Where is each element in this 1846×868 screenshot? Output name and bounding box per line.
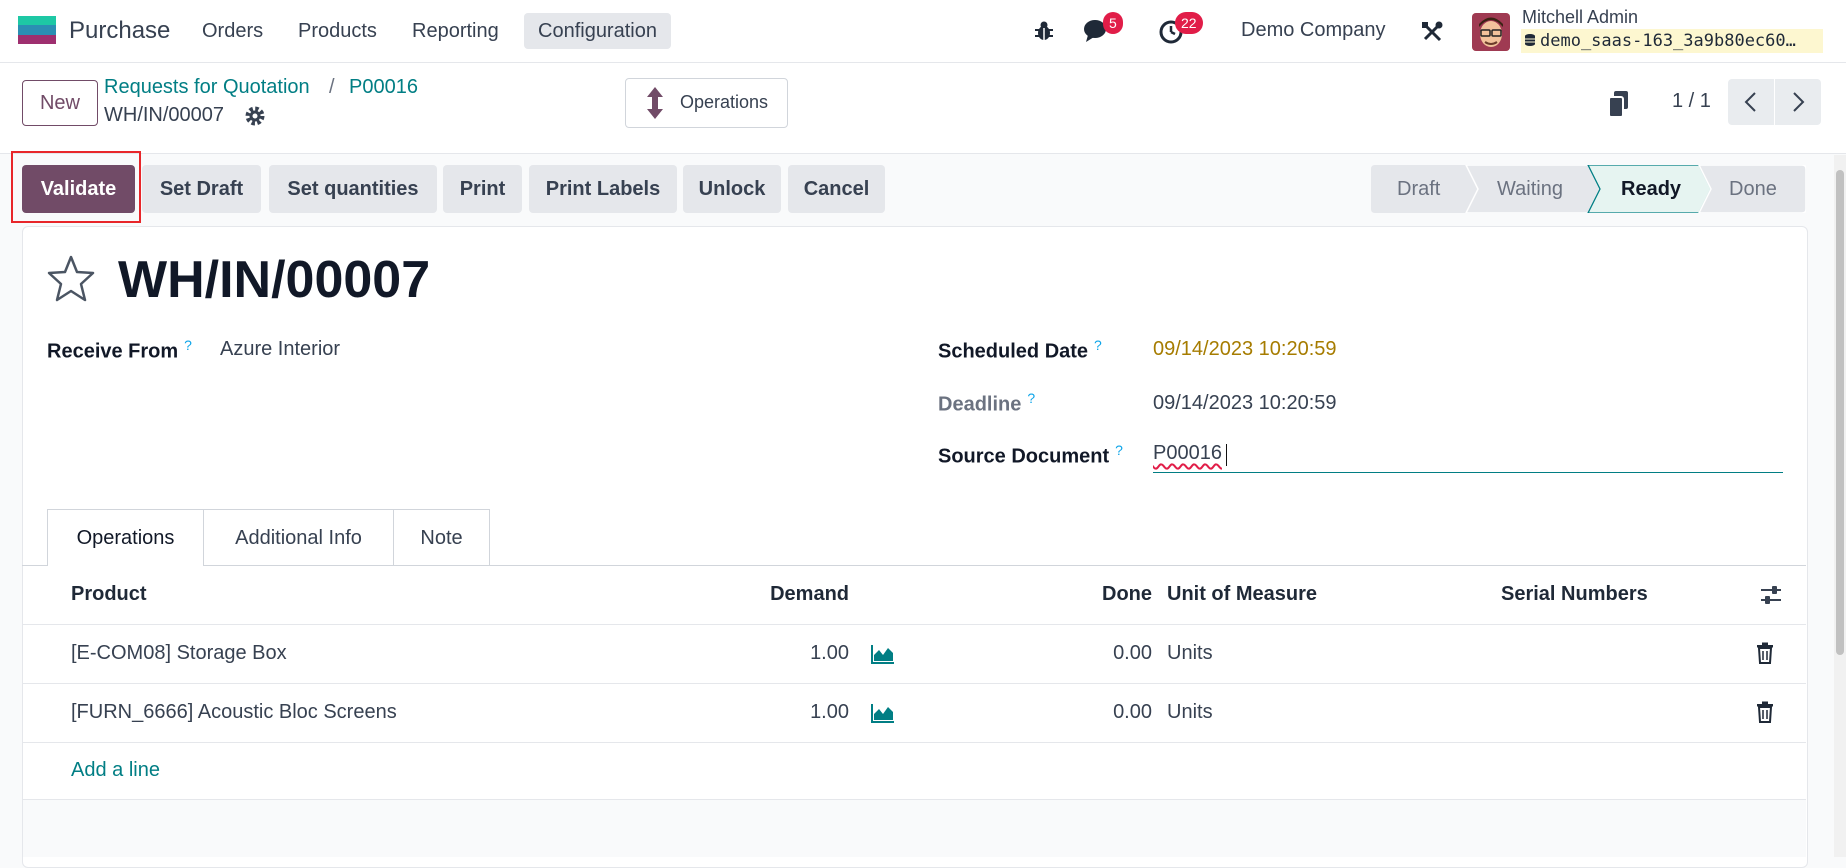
print-labels-button[interactable]: Print Labels	[529, 165, 677, 213]
forecast-chart-icon[interactable]	[870, 702, 896, 724]
col-done-header[interactable]: Done	[1102, 583, 1152, 606]
breadcrumb-po[interactable]: P00016	[349, 76, 418, 99]
new-button[interactable]: New	[22, 80, 98, 126]
database-name: demo_saas-163_3a9b80ec60…	[1521, 29, 1823, 53]
purchase-app-icon[interactable]	[18, 16, 56, 44]
row1-done[interactable]: 0.00	[1113, 642, 1152, 665]
star-icon[interactable]	[46, 254, 96, 302]
add-line-link[interactable]: Add a line	[71, 759, 160, 782]
menu-orders[interactable]: Orders	[188, 13, 277, 49]
menu-configuration[interactable]: Configuration	[524, 13, 671, 49]
breadcrumb-separator: /	[329, 76, 335, 98]
table-footer	[23, 800, 1806, 857]
tools-icon[interactable]	[1420, 20, 1444, 44]
pager-next-button[interactable]	[1775, 79, 1821, 125]
stage-waiting[interactable]: Waiting	[1497, 178, 1563, 201]
validate-highlight-box	[11, 151, 141, 223]
table-divider	[22, 742, 1806, 743]
set-draft-button[interactable]: Set Draft	[142, 165, 261, 213]
stage-done[interactable]: Done	[1729, 178, 1777, 201]
cancel-button[interactable]: Cancel	[788, 165, 885, 213]
gear-icon[interactable]	[244, 105, 266, 127]
source-document-value[interactable]: P00016	[1153, 442, 1222, 465]
set-quantities-button[interactable]: Set quantities	[269, 165, 437, 213]
help-mark: ?	[1094, 337, 1102, 353]
company-switcher[interactable]: Demo Company	[1241, 19, 1386, 42]
row1-product[interactable]: [E-COM08] Storage Box	[71, 642, 287, 665]
tab-operations[interactable]: Operations	[47, 509, 204, 566]
page-scrollbar-thumb[interactable]	[1836, 170, 1844, 655]
operations-button-label: Operations	[680, 92, 769, 112]
stage-draft[interactable]: Draft	[1397, 178, 1440, 201]
tab-additional-info[interactable]: Additional Info	[203, 509, 394, 565]
row1-uom[interactable]: Units	[1167, 642, 1213, 665]
user-avatar[interactable]	[1472, 13, 1510, 51]
unlock-button[interactable]: Unlock	[683, 165, 781, 213]
help-mark: ?	[1027, 390, 1036, 406]
user-name[interactable]: Mitchell Admin	[1522, 7, 1638, 28]
text-caret	[1226, 444, 1227, 466]
print-button[interactable]: Print	[443, 165, 522, 213]
bug-icon[interactable]	[1033, 20, 1055, 42]
stage-ready[interactable]: Ready	[1621, 178, 1681, 201]
database-icon	[1525, 34, 1535, 46]
scheduled-date-label: Scheduled Date?	[938, 337, 1102, 363]
col-demand-header[interactable]: Demand	[770, 583, 849, 606]
operations-smart-button[interactable]: Operations	[625, 78, 788, 128]
receive-from-value[interactable]: Azure Interior	[220, 338, 340, 361]
help-mark: ?	[1115, 442, 1123, 458]
chevron-right-icon	[1793, 92, 1805, 112]
control-panel: New Requests for Quotation / P00016 WH/I…	[0, 63, 1846, 154]
source-document-input[interactable]: P00016	[1153, 442, 1783, 473]
trash-icon[interactable]	[1756, 701, 1774, 723]
copy-icon[interactable]	[1608, 90, 1630, 118]
row2-product[interactable]: [FURN_6666] Acoustic Bloc Screens	[71, 701, 397, 724]
pager-previous-button[interactable]	[1728, 79, 1774, 125]
col-serial-header[interactable]: Serial Numbers	[1501, 583, 1648, 606]
row2-demand[interactable]: 1.00	[810, 701, 849, 724]
forecast-chart-icon[interactable]	[870, 643, 896, 665]
row1-demand[interactable]: 1.00	[810, 642, 849, 665]
messages-badge: 5	[1103, 12, 1123, 34]
updown-arrows-icon	[647, 87, 663, 119]
trash-icon[interactable]	[1756, 642, 1774, 664]
app-name[interactable]: Purchase	[69, 17, 170, 45]
chevron-left-icon	[1744, 92, 1756, 112]
record-title: WH/IN/00007	[118, 251, 431, 309]
scheduled-date-value[interactable]: 09/14/2023 10:20:59	[1153, 338, 1337, 361]
source-document-label: Source Document?	[938, 442, 1123, 468]
tab-note[interactable]: Note	[393, 509, 490, 565]
help-mark: ?	[184, 337, 192, 353]
deadline-label: Deadline?	[938, 390, 1036, 416]
row2-uom[interactable]: Units	[1167, 701, 1213, 724]
pager-value[interactable]: 1 / 1	[1672, 90, 1711, 113]
receive-from-label: Receive From?	[47, 337, 192, 363]
table-divider	[22, 624, 1806, 625]
deadline-value[interactable]: 09/14/2023 10:20:59	[1153, 392, 1337, 415]
breadcrumb-rfq[interactable]: Requests for Quotation	[104, 76, 310, 99]
top-navbar: Purchase Orders Products Reporting Confi…	[0, 0, 1846, 63]
col-uom-header[interactable]: Unit of Measure	[1167, 583, 1317, 606]
status-bar: Draft Waiting Ready Done	[1371, 165, 1806, 213]
database-label: demo_saas-163_3a9b80ec60…	[1540, 31, 1796, 51]
table-divider	[22, 683, 1806, 684]
record-name: WH/IN/00007	[104, 104, 225, 126]
col-product-header[interactable]: Product	[71, 583, 147, 606]
menu-products[interactable]: Products	[284, 13, 391, 49]
optional-columns-icon[interactable]	[1760, 584, 1782, 606]
menu-reporting[interactable]: Reporting	[398, 13, 513, 49]
row2-done[interactable]: 0.00	[1113, 701, 1152, 724]
activities-badge: 22	[1175, 12, 1203, 34]
